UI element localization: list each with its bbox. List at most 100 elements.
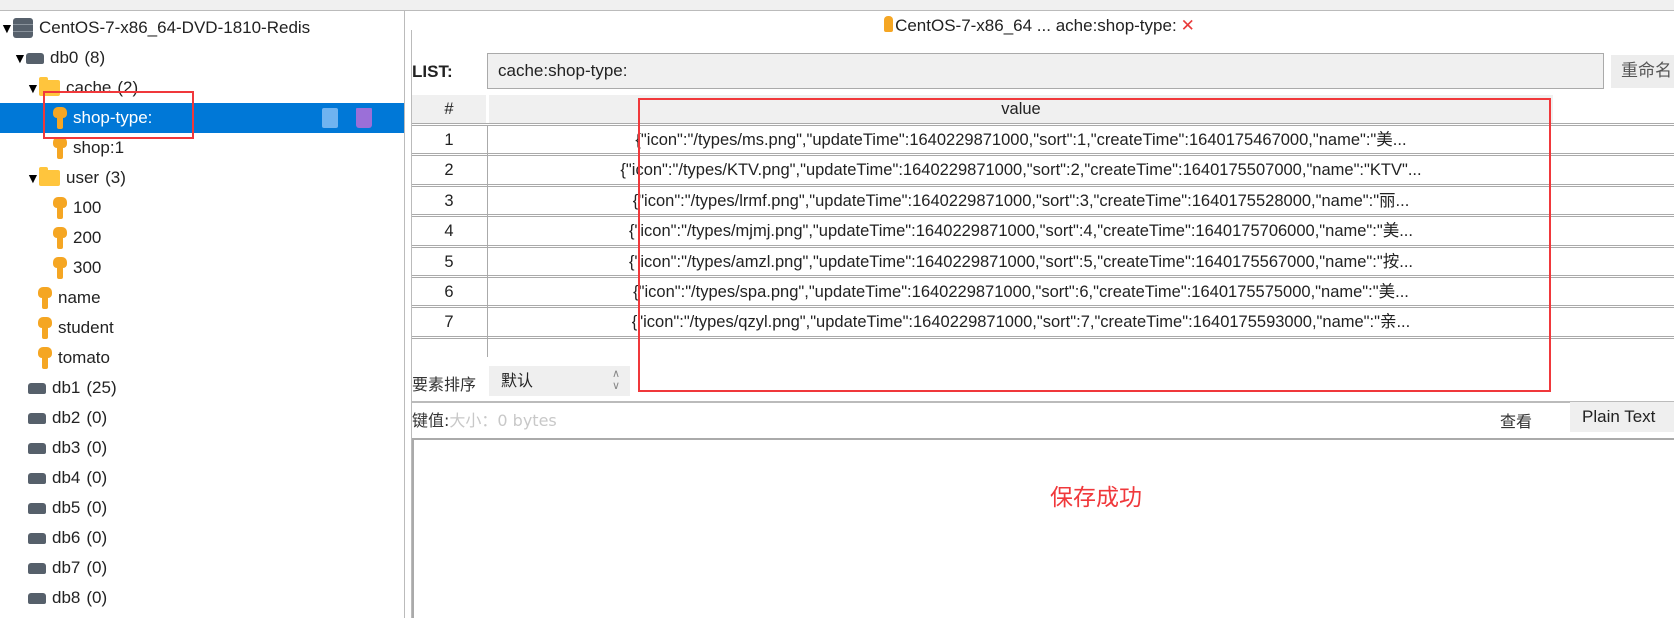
row-actions: [322, 108, 372, 128]
value-label-text: 键值:: [412, 411, 450, 430]
list-values-table: # value 1 {"icon":"/types/ms.png","update…: [412, 95, 1674, 357]
row-index[interactable]: 1: [412, 126, 486, 154]
server-icon: [13, 18, 33, 38]
tree-item-label: name: [58, 288, 101, 307]
tree-item-key[interactable]: name: [0, 283, 404, 313]
row-index[interactable]: 6: [412, 278, 486, 306]
tree-item-db[interactable]: ▼ db0 (8): [0, 43, 404, 73]
db-icon: [28, 592, 46, 604]
view-mode-label: 查看: [1500, 412, 1533, 431]
sort-select[interactable]: 默认 ∧ ∨: [489, 366, 630, 396]
tree-item-label: db5: [52, 498, 81, 517]
tree-item-count: (3): [105, 168, 126, 187]
row-index[interactable]: 5: [412, 248, 486, 276]
tree-item-folder[interactable]: ▼ user (3): [0, 163, 404, 193]
db-icon: [26, 52, 44, 64]
column-header-index[interactable]: #: [412, 95, 486, 123]
row-index[interactable]: 4: [412, 217, 486, 245]
row-index[interactable]: 3: [412, 187, 486, 215]
close-tab-icon[interactable]: ✕: [1181, 16, 1195, 35]
tree-item-key[interactable]: 300: [0, 253, 404, 283]
key-icon: [53, 257, 67, 279]
tree-item-count: (25): [86, 378, 117, 397]
expand-triangle-icon[interactable]: ▼: [0, 20, 14, 36]
column-header-value[interactable]: value: [489, 95, 1553, 123]
tree-item-label: cache: [66, 78, 112, 97]
db-icon: [28, 412, 46, 424]
row-value[interactable]: {"icon":"/types/amzl.png","updateTime":1…: [489, 248, 1553, 276]
splitter[interactable]: [412, 401, 1674, 403]
tree-item-key[interactable]: shop-type:: [0, 103, 404, 133]
tree-item-label: db1: [52, 378, 81, 397]
tree-item-label: shop:1: [73, 138, 125, 157]
db-icon: [28, 502, 46, 514]
expand-triangle-icon[interactable]: ▼: [26, 80, 40, 96]
tree-item-key[interactable]: 200: [0, 223, 404, 253]
tree-item-label: 300: [73, 258, 102, 277]
view-mode-select[interactable]: Plain Text: [1570, 402, 1674, 432]
tab-key-editor[interactable]: CentOS-7-x86_64 ... ache:shop-type: ✕: [405, 16, 1674, 36]
tree-item-db[interactable]: db7 (0): [0, 553, 404, 583]
save-success-toast: 保存成功: [1050, 485, 1142, 511]
expand-triangle-icon[interactable]: ▼: [13, 50, 27, 66]
db-icon: [28, 562, 46, 574]
value-editor[interactable]: [412, 438, 1674, 618]
key-icon: [884, 16, 894, 32]
row-value[interactable]: {"icon":"/types/KTV.png","updateTime":16…: [489, 156, 1553, 184]
db-icon: [28, 472, 46, 484]
row-value[interactable]: {"icon":"/types/spa.png","updateTime":16…: [489, 278, 1553, 306]
connection-tree: ▼ CentOS-7-x86_64-DVD-1810-Redis ▼ db0 (8) ▼ c…: [0, 11, 405, 618]
tree-item-db[interactable]: db3 (0): [0, 433, 404, 463]
row-value[interactable]: {"icon":"/types/ms.png","updateTime":164…: [489, 126, 1553, 154]
column-divider: [487, 125, 488, 357]
tree-item-key[interactable]: shop:1: [0, 133, 404, 163]
key-icon: [53, 137, 67, 159]
tree-item-count: (8): [84, 48, 106, 67]
key-icon: [38, 287, 52, 309]
tree-item-count: (0): [86, 408, 108, 427]
key-icon: [53, 227, 67, 249]
tree-item-db[interactable]: db2 (0): [0, 403, 404, 433]
tree-item-db[interactable]: db8 (0): [0, 583, 404, 613]
db-icon: [28, 442, 46, 454]
tree-item-db[interactable]: db1 (25): [0, 373, 404, 403]
db-icon: [28, 382, 46, 394]
tree-item-folder[interactable]: ▼ cache (2): [0, 73, 404, 103]
tree-item-key[interactable]: student: [0, 313, 404, 343]
tree-item-label: db6: [52, 528, 81, 547]
row-index[interactable]: 7: [412, 308, 486, 336]
row-value[interactable]: {"icon":"/types/mjmj.png","updateTime":1…: [489, 217, 1553, 245]
key-icon: [53, 197, 67, 219]
tree-item-count: (0): [86, 498, 108, 517]
row-index[interactable]: 2: [412, 156, 486, 184]
tree-item-db[interactable]: db4 (0): [0, 463, 404, 493]
folder-icon: [39, 77, 60, 96]
tree-item-label: db0: [50, 48, 79, 67]
tree-item-count: (0): [86, 558, 108, 577]
tree-item-count: (0): [86, 588, 108, 607]
key-name-input[interactable]: cache:shop-type:: [487, 53, 1604, 89]
tree-item-label: 200: [73, 228, 102, 247]
sort-label: 要素排序: [412, 375, 477, 394]
tree-item-label: shop-type:: [73, 108, 153, 127]
trash-icon[interactable]: [356, 108, 372, 128]
copy-key-icon[interactable]: [322, 108, 338, 128]
tree-item-server[interactable]: ▼ CentOS-7-x86_64-DVD-1810-Redis: [0, 13, 404, 43]
key-icon: [53, 107, 67, 129]
tree-item-key[interactable]: tomato: [0, 343, 404, 373]
rename-button[interactable]: 重命名: [1611, 55, 1674, 88]
tree-item-count: (0): [86, 528, 108, 547]
tree-item-label: db4: [52, 468, 81, 487]
tree-item-key[interactable]: 100: [0, 193, 404, 223]
db-icon: [28, 532, 46, 544]
updown-chevron-icon: ∧ ∨: [611, 367, 620, 392]
expand-triangle-icon[interactable]: ▼: [26, 170, 40, 186]
row-value[interactable]: {"icon":"/types/qzyl.png","updateTime":1…: [489, 308, 1553, 336]
tree-item-label: db2: [52, 408, 81, 427]
tree-item-db[interactable]: db5 (0): [0, 493, 404, 523]
tree-item-label: db7: [52, 558, 81, 577]
row-value[interactable]: {"icon":"/types/lrmf.png","updateTime":1…: [489, 187, 1553, 215]
tab-title: CentOS-7-x86_64 ... ache:shop-type:: [895, 16, 1177, 35]
tree-item-label: student: [58, 318, 114, 337]
tree-item-db[interactable]: db6 (0): [0, 523, 404, 553]
